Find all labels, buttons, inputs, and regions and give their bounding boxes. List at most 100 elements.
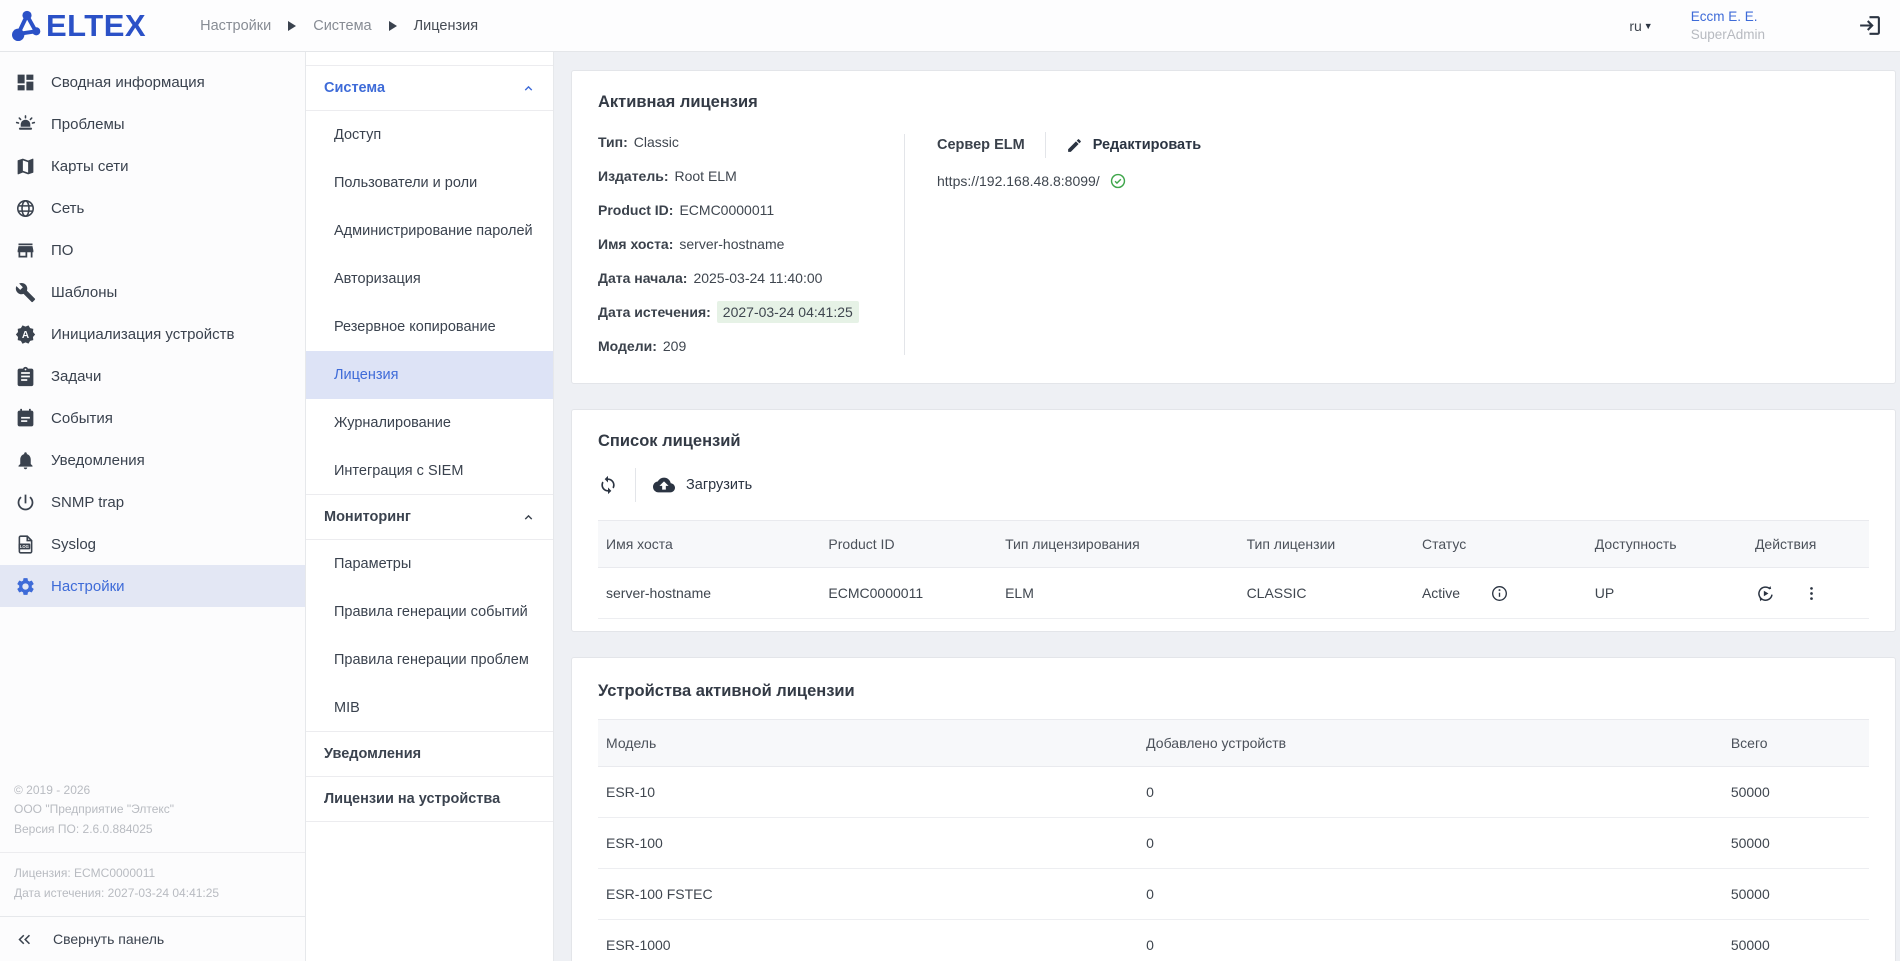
column-header: Имя хоста	[598, 521, 820, 568]
logout-button[interactable]	[1857, 13, 1882, 38]
submenu-section-device-licenses[interactable]: Лицензии на устройства	[306, 776, 553, 822]
section-label: Система	[324, 80, 385, 96]
devices-table: Модель Добавлено устройств Всего ESR-10 …	[572, 719, 1895, 961]
cell-total: 50000	[1723, 818, 1869, 869]
kebab-icon	[1802, 584, 1821, 603]
cell-model: ESR-10	[598, 767, 1138, 818]
sidebar-item-label: Syslog	[51, 536, 96, 553]
user-menu[interactable]: Eccm E. E. SuperAdmin	[1691, 8, 1765, 43]
upload-license-button[interactable]: Загрузить	[653, 474, 752, 496]
log-file-icon: LOG	[15, 534, 36, 555]
sidebar-item-device-init[interactable]: A Инициализация устройств	[0, 313, 305, 355]
clipboard-icon	[15, 366, 36, 387]
submenu-item-access[interactable]: Доступ	[306, 111, 553, 159]
submenu-item-users-roles[interactable]: Пользователи и роли	[306, 159, 553, 207]
badge-a-icon: A	[15, 324, 36, 345]
status-ok-icon	[1109, 172, 1127, 190]
field-expiry-date: Дата истечения:2027-03-24 04:41:25	[598, 302, 904, 323]
submenu-item-license[interactable]: Лицензия	[306, 351, 553, 399]
license-table: Имя хоста Product ID Тип лицензирования …	[572, 520, 1895, 631]
sidebar-footer: © 2019 - 2026 ООО "Предприятие "Элтекс" …	[0, 770, 305, 961]
active-license-card: Активная лицензия Тип:Classic Издатель:R…	[571, 70, 1896, 384]
breadcrumb-item-settings[interactable]: Настройки	[200, 18, 271, 34]
settings-submenu: Система Доступ Пользователи и роли Админ…	[306, 52, 554, 961]
submenu-section-monitoring[interactable]: Мониторинг	[306, 494, 553, 540]
sidebar-item-notifications[interactable]: Уведомления	[0, 439, 305, 481]
field-hostname: Имя хоста:server-hostname	[598, 234, 904, 255]
field-type: Тип:Classic	[598, 132, 904, 153]
submenu-item-mib[interactable]: MIB	[306, 684, 553, 732]
collapse-panel-button[interactable]: Свернуть панель	[0, 916, 305, 961]
table-header-row: Имя хоста Product ID Тип лицензирования …	[598, 521, 1869, 568]
sidebar-item-label: Сводная информация	[51, 74, 205, 91]
info-icon[interactable]	[1490, 584, 1509, 603]
card-title: Список лицензий	[572, 410, 1895, 451]
language-selector[interactable]: ru ▼	[1629, 18, 1652, 34]
submenu-item-parameters[interactable]: Параметры	[306, 540, 553, 588]
elm-server-panel: Сервер ELM Редактировать https://192.168…	[905, 132, 1201, 357]
column-header: Тип лицензирования	[997, 521, 1238, 568]
section-label: Лицензии на устройства	[324, 791, 500, 807]
power-icon	[15, 492, 36, 513]
globe-icon	[15, 198, 36, 219]
storefront-icon	[15, 240, 36, 261]
siren-icon	[15, 114, 36, 135]
sidebar-item-label: События	[51, 410, 113, 427]
submenu-item-journaling[interactable]: Журналирование	[306, 399, 553, 447]
cell-total: 50000	[1723, 869, 1869, 920]
sidebar-item-label: Уведомления	[51, 452, 145, 469]
submenu-item-event-rules[interactable]: Правила генерации событий	[306, 588, 553, 636]
table-row: ESR-100 FSTEC 0 50000	[598, 869, 1869, 920]
sidebar-item-problems[interactable]: Проблемы	[0, 103, 305, 145]
sidebar-item-settings[interactable]: Настройки	[0, 565, 305, 607]
cell-status: Active	[1414, 568, 1587, 619]
breadcrumb-item-system[interactable]: Система	[313, 18, 371, 34]
submenu-item-siem[interactable]: Интеграция с SIEM	[306, 447, 553, 495]
cell-total: 50000	[1723, 920, 1869, 961]
toolbar-divider	[635, 468, 636, 502]
cell-added: 0	[1138, 818, 1723, 869]
restart-play-icon	[1755, 583, 1776, 604]
cell-licensing-type: ELM	[997, 568, 1238, 619]
cell-added: 0	[1138, 869, 1723, 920]
divider	[1045, 132, 1046, 158]
language-label: ru	[1629, 18, 1641, 34]
sidebar-item-software[interactable]: ПО	[0, 229, 305, 271]
logout-icon	[1857, 13, 1882, 38]
sidebar-item-syslog[interactable]: LOG Syslog	[0, 523, 305, 565]
eltex-logo[interactable]: ELTEX	[12, 9, 146, 43]
sidebar-item-network[interactable]: Сеть	[0, 187, 305, 229]
refresh-button[interactable]	[598, 475, 618, 495]
submenu-item-authorization[interactable]: Авторизация	[306, 255, 553, 303]
kebab-menu-button[interactable]	[1802, 584, 1821, 603]
sidebar-item-snmp-trap[interactable]: SNMP trap	[0, 481, 305, 523]
table-row: ESR-1000 0 50000	[598, 920, 1869, 961]
section-label: Мониторинг	[324, 509, 411, 525]
submenu-item-backup[interactable]: Резервное копирование	[306, 303, 553, 351]
submenu-item-password-admin[interactable]: Администрирование паролей	[306, 207, 553, 255]
logo-text: ELTEX	[46, 10, 146, 41]
activate-license-button[interactable]	[1755, 583, 1776, 604]
column-header: Тип лицензии	[1239, 521, 1414, 568]
sidebar-item-summary[interactable]: Сводная информация	[0, 61, 305, 103]
edit-server-button[interactable]: Редактировать	[1066, 137, 1201, 154]
sidebar-item-templates[interactable]: Шаблоны	[0, 271, 305, 313]
field-start-date: Дата начала:2025-03-24 11:40:00	[598, 268, 904, 289]
table-row: ESR-100 0 50000	[598, 818, 1869, 869]
sidebar-item-events[interactable]: События	[0, 397, 305, 439]
caret-down-icon: ▼	[1644, 21, 1653, 31]
license-list-toolbar: Загрузить	[572, 451, 1895, 518]
submenu-section-system[interactable]: Система	[306, 65, 553, 111]
submenu-item-problem-rules[interactable]: Правила генерации проблем	[306, 636, 553, 684]
card-title: Активная лицензия	[572, 71, 1895, 112]
wrench-icon	[15, 282, 36, 303]
version-line: Версия ПО: 2.6.0.884025	[14, 821, 291, 838]
column-header: Модель	[598, 720, 1138, 767]
column-header: Всего	[1723, 720, 1869, 767]
license-info-block: Лицензия: ECMC0000011 Дата истечения: 20…	[0, 852, 305, 916]
sidebar-item-network-maps[interactable]: Карты сети	[0, 145, 305, 187]
submenu-section-notifications[interactable]: Уведомления	[306, 731, 553, 777]
sidebar-item-tasks[interactable]: Задачи	[0, 355, 305, 397]
column-header: Добавлено устройств	[1138, 720, 1723, 767]
cell-total: 50000	[1723, 767, 1869, 818]
